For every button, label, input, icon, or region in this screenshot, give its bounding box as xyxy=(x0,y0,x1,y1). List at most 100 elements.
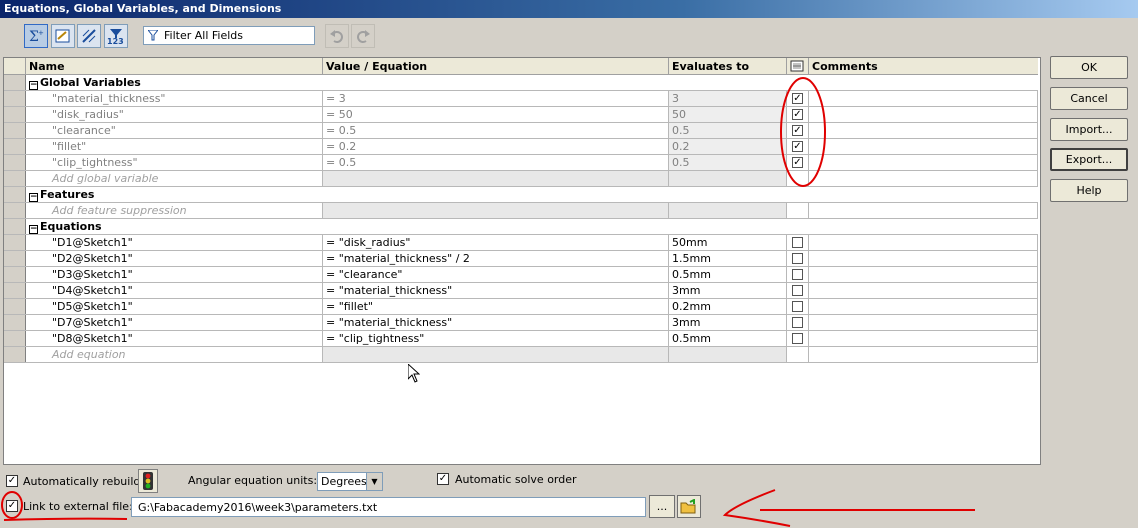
row-gutter[interactable] xyxy=(4,347,26,362)
export-button[interactable]: Export... xyxy=(1050,148,1128,171)
sketch-equation-view-icon[interactable] xyxy=(51,24,75,48)
value-cell[interactable]: = "material_thickness" xyxy=(323,283,669,298)
row-gutter[interactable] xyxy=(4,107,26,122)
ok-button[interactable]: OK xyxy=(1050,56,1128,79)
row-gutter[interactable] xyxy=(4,235,26,250)
name-cell[interactable]: "D2@Sketch1" xyxy=(26,251,323,266)
name-cell[interactable]: "D4@Sketch1" xyxy=(26,283,323,298)
link-checkbox[interactable] xyxy=(792,285,803,296)
comments-cell[interactable] xyxy=(809,155,1038,170)
link-checkbox[interactable] xyxy=(792,317,803,328)
header-link-icon[interactable] xyxy=(787,58,809,75)
value-cell[interactable]: = 0.5 xyxy=(323,123,669,138)
name-cell[interactable]: "D3@Sketch1" xyxy=(26,267,323,282)
link-checkbox[interactable] xyxy=(792,237,803,248)
value-cell[interactable]: = "clearance" xyxy=(323,267,669,282)
browse-button[interactable]: ... xyxy=(649,495,675,518)
value-cell[interactable]: = 3 xyxy=(323,91,669,106)
name-cell[interactable]: "clearance" xyxy=(26,123,323,138)
name-cell[interactable]: "D1@Sketch1" xyxy=(26,235,323,250)
link-cell[interactable]: ✓ xyxy=(787,91,809,106)
value-cell[interactable]: = "disk_radius" xyxy=(323,235,669,250)
ordered-view-icon[interactable]: 123 xyxy=(104,24,128,48)
section-header[interactable]: − Features xyxy=(26,187,1038,202)
file-path-input[interactable]: G:\Fabacademy2016\week3\parameters.txt xyxy=(131,497,646,517)
header-name[interactable]: Name xyxy=(26,58,323,75)
row-gutter[interactable] xyxy=(4,155,26,170)
comments-cell[interactable] xyxy=(809,299,1038,314)
undo-icon[interactable] xyxy=(325,24,349,48)
name-cell[interactable]: "clip_tightness" xyxy=(26,155,323,170)
row-gutter[interactable] xyxy=(4,251,26,266)
filter-input[interactable]: Filter All Fields xyxy=(143,26,315,45)
link-checkbox[interactable]: ✓ xyxy=(792,109,803,120)
link-checkbox[interactable] xyxy=(792,301,803,312)
link-cell[interactable]: ✓ xyxy=(787,155,809,170)
link-cell[interactable] xyxy=(787,299,809,314)
row-gutter[interactable] xyxy=(4,123,26,138)
link-cell[interactable] xyxy=(787,331,809,346)
value-cell[interactable]: = "material_thickness" / 2 xyxy=(323,251,669,266)
row-gutter[interactable] xyxy=(4,267,26,282)
help-button[interactable]: Help xyxy=(1050,179,1128,202)
value-cell[interactable]: = "fillet" xyxy=(323,299,669,314)
cancel-button[interactable]: Cancel xyxy=(1050,87,1128,110)
comments-cell[interactable] xyxy=(809,251,1038,266)
row-gutter[interactable] xyxy=(4,315,26,330)
auto-rebuild-checkbox[interactable]: ✓ xyxy=(6,475,18,487)
value-cell[interactable]: = 0.2 xyxy=(323,139,669,154)
row-gutter[interactable] xyxy=(4,299,26,314)
link-checkbox[interactable] xyxy=(792,269,803,280)
open-folder-icon[interactable] xyxy=(677,495,701,518)
row-gutter[interactable] xyxy=(4,75,26,90)
dimension-view-icon[interactable] xyxy=(77,24,101,48)
row-gutter[interactable] xyxy=(4,283,26,298)
link-cell[interactable] xyxy=(787,315,809,330)
auto-solve-checkbox[interactable]: ✓ xyxy=(437,473,449,485)
section-header[interactable]: − Equations xyxy=(26,219,1038,234)
row-gutter[interactable] xyxy=(4,139,26,154)
link-checkbox[interactable] xyxy=(792,333,803,344)
name-cell[interactable]: "fillet" xyxy=(26,139,323,154)
comments-cell[interactable] xyxy=(809,139,1038,154)
angular-units-select[interactable]: Degrees ▼ xyxy=(317,472,383,491)
name-cell[interactable]: "D8@Sketch1" xyxy=(26,331,323,346)
link-checkbox[interactable]: ✓ xyxy=(792,141,803,152)
collapse-icon[interactable]: − xyxy=(29,225,38,234)
equation-view-icon[interactable]: Σ + xyxy=(24,24,48,48)
link-cell[interactable]: ✓ xyxy=(787,139,809,154)
add-item-cell[interactable]: Add feature suppression xyxy=(26,203,323,218)
link-cell[interactable]: ✓ xyxy=(787,123,809,138)
link-cell[interactable]: ✓ xyxy=(787,107,809,122)
section-header[interactable]: − Global Variables xyxy=(26,75,1038,90)
comments-cell[interactable] xyxy=(809,267,1038,282)
row-gutter[interactable] xyxy=(4,203,26,218)
value-cell[interactable]: = 0.5 xyxy=(323,155,669,170)
rebuild-traffic-light-icon[interactable] xyxy=(138,469,158,493)
row-gutter[interactable] xyxy=(4,171,26,186)
comments-cell[interactable] xyxy=(809,331,1038,346)
comments-cell[interactable] xyxy=(809,235,1038,250)
link-cell[interactable] xyxy=(787,267,809,282)
link-external-checkbox[interactable]: ✓ xyxy=(6,500,18,512)
name-cell[interactable]: "D5@Sketch1" xyxy=(26,299,323,314)
comments-cell[interactable] xyxy=(809,123,1038,138)
comments-cell[interactable] xyxy=(809,315,1038,330)
link-cell[interactable] xyxy=(787,235,809,250)
chevron-down-icon[interactable]: ▼ xyxy=(366,473,382,490)
name-cell[interactable]: "D7@Sketch1" xyxy=(26,315,323,330)
link-cell[interactable] xyxy=(787,283,809,298)
link-cell[interactable] xyxy=(787,251,809,266)
link-checkbox[interactable] xyxy=(792,253,803,264)
comments-cell[interactable] xyxy=(809,283,1038,298)
value-cell[interactable]: = "material_thickness" xyxy=(323,315,669,330)
add-item-cell[interactable]: Add global variable xyxy=(26,171,323,186)
header-evaluates[interactable]: Evaluates to xyxy=(669,58,787,75)
redo-icon[interactable] xyxy=(351,24,375,48)
row-gutter[interactable] xyxy=(4,91,26,106)
comments-cell[interactable] xyxy=(809,91,1038,106)
row-gutter[interactable] xyxy=(4,187,26,202)
name-cell[interactable]: "material_thickness" xyxy=(26,91,323,106)
header-value[interactable]: Value / Equation xyxy=(323,58,669,75)
collapse-icon[interactable]: − xyxy=(29,81,38,90)
